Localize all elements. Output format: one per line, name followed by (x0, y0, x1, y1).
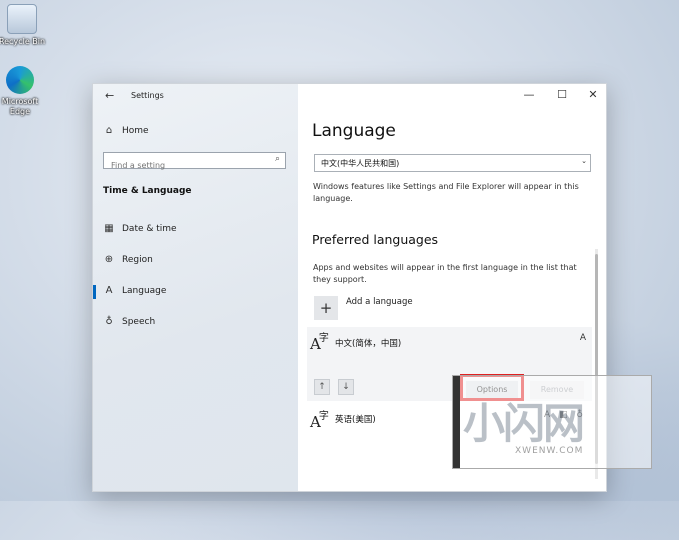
preferred-languages-description: Apps and websites will appear in the fir… (313, 263, 577, 284)
watermark-side-strip (453, 376, 460, 468)
edge-label: Microsoft Edge (1, 97, 39, 116)
display-language-value: 中文(中华人民共和国) (321, 159, 400, 168)
language-name: 中文(简体，中国) (335, 339, 402, 349)
microphone-icon: ♁ (105, 316, 113, 327)
sidebar-item-speech[interactable]: ♁ Speech (101, 313, 291, 333)
sidebar-item-label: Date & time (122, 224, 177, 234)
globe-icon: ⊕ (104, 254, 114, 265)
active-indicator (93, 285, 96, 299)
plus-icon: + (319, 299, 333, 317)
close-icon[interactable]: ✕ (586, 88, 600, 102)
language-glyph-icon: A字 (310, 411, 329, 431)
edge-desktop-icon[interactable]: Microsoft Edge (0, 66, 48, 117)
move-up-button[interactable]: ↑ (314, 379, 330, 395)
chevron-down-icon: ⌄ (581, 157, 587, 165)
move-down-button[interactable]: ↓ (338, 379, 354, 395)
recycle-bin-desktop-icon[interactable]: Recycle Bin (0, 4, 50, 47)
add-language-label[interactable]: Add a language (346, 297, 413, 307)
display-language-icon: A (579, 333, 586, 343)
watermark-text: 小闪网 (463, 399, 585, 448)
sidebar-item-label: Language (122, 286, 167, 296)
back-arrow-icon[interactable]: ← (105, 89, 114, 102)
sidebar-item-language[interactable]: A Language (101, 282, 291, 302)
display-language-description: Windows features like Settings and File … (313, 182, 579, 203)
window-title: Settings (131, 91, 164, 100)
sidebar-item-home[interactable]: ⌂ Home (101, 122, 291, 142)
search-box[interactable]: ⌕ (103, 152, 286, 173)
search-input[interactable] (109, 158, 263, 173)
search-icon: ⌕ (274, 154, 280, 164)
sidebar-item-region[interactable]: ⊕ Region (101, 251, 291, 271)
page-title: Language (312, 121, 396, 141)
display-language-select[interactable]: 中文(中华人民共和国) ⌄ (314, 154, 591, 172)
sidebar-item-label: Home (122, 126, 149, 136)
preferred-languages-title: Preferred languages (312, 232, 439, 247)
section-title: Time & Language (103, 186, 192, 196)
sidebar-item-label: Speech (122, 317, 156, 327)
add-language-button[interactable]: + (314, 296, 338, 320)
language-icon: A (105, 285, 113, 296)
watermark: 小闪网 XWENW.COM (452, 375, 652, 469)
minimize-icon[interactable]: — (522, 88, 536, 102)
calendar-icon: ▦ (104, 223, 114, 234)
sidebar-item-label: Region (122, 255, 153, 265)
edge-icon (6, 66, 34, 94)
watermark-url: XWENW.COM (515, 446, 584, 456)
language-name: 英语(美国) (335, 415, 376, 425)
title-bar: — ☐ ✕ (298, 84, 606, 108)
language-glyph-icon: A字 (310, 333, 329, 353)
maximize-icon[interactable]: ☐ (555, 88, 569, 102)
settings-sidebar: ← Settings ⌂ Home ⌕ Time & Language ▦ Da… (93, 84, 298, 491)
recycle-bin-icon (7, 4, 37, 34)
home-icon: ⌂ (105, 125, 113, 136)
recycle-bin-label: Recycle Bin (0, 37, 46, 46)
sidebar-item-date-time[interactable]: ▦ Date & time (101, 220, 291, 240)
